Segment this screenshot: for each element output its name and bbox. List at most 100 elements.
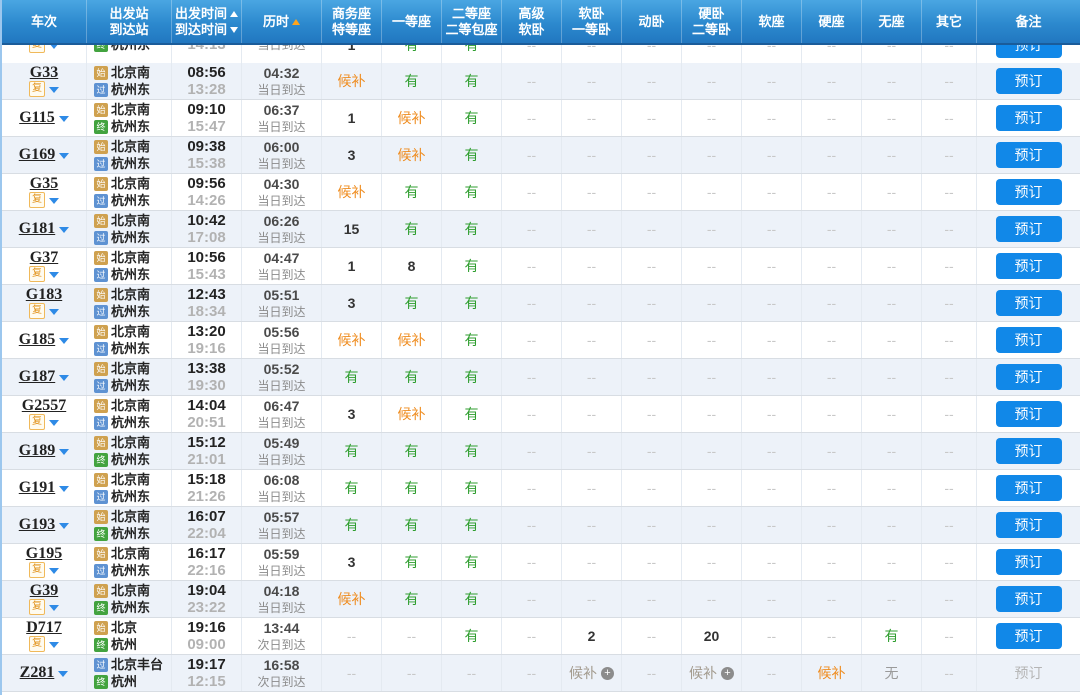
reserve-button[interactable]: 预订 (995, 364, 1062, 390)
header-col-4-label2: 特等座 (331, 21, 371, 37)
reserve-button[interactable]: 预订 (995, 475, 1062, 501)
seat-value-text: -- (886, 221, 897, 237)
header-col-2[interactable]: 出发时间 到达时间 (172, 0, 242, 43)
train-number-line: G187 (19, 369, 70, 385)
header-col-3[interactable]: 历时 (242, 0, 322, 43)
expand-stops-icon[interactable] (59, 153, 70, 159)
train-number-link[interactable]: Z281 (20, 665, 55, 681)
waitlist-add-icon[interactable]: + (601, 666, 614, 680)
arrival-time: 18:34 (187, 303, 226, 320)
arrival-station-name: 杭州东 (111, 489, 151, 504)
train-number-link[interactable]: G185 (19, 332, 55, 348)
expand-stops-icon[interactable] (59, 375, 70, 381)
fuxing-train-badge[interactable]: 复 (29, 81, 45, 97)
train-number-link[interactable]: G181 (19, 221, 55, 237)
cell-col-10: -- (682, 433, 742, 469)
reserve-button[interactable]: 预订 (995, 216, 1062, 242)
reserve-button[interactable]: 预订 (995, 45, 1062, 58)
reserve-button[interactable]: 预订 (995, 586, 1062, 612)
train-number-link[interactable]: G2557 (22, 398, 66, 414)
departure-station-line: 始北京南 (94, 64, 150, 81)
cell-col-1: 始北京南过杭州东 (87, 63, 172, 99)
seat-availability-value: -- (647, 517, 656, 533)
cell-col-8: -- (562, 137, 622, 173)
fuxing-train-badge[interactable]: 复 (29, 562, 45, 578)
train-number-link[interactable]: G191 (19, 480, 55, 496)
expand-stops-icon[interactable] (59, 338, 70, 344)
seat-availability-value: 候补 (338, 591, 366, 607)
train-number-link[interactable]: G193 (19, 517, 55, 533)
seat-availability-value: -- (827, 110, 836, 126)
sort-down-white-icon[interactable] (230, 26, 238, 33)
expand-stops-icon[interactable] (49, 45, 59, 49)
arrive-day-note: 当日到达 (257, 45, 305, 53)
reserve-button[interactable]: 预订 (995, 549, 1062, 575)
fuxing-train-badge[interactable]: 复 (29, 266, 45, 282)
reserve-button[interactable]: 预订 (995, 253, 1062, 279)
seat-value-text: -- (707, 45, 716, 53)
expand-stops-icon[interactable] (59, 523, 70, 529)
seat-value-text: -- (646, 554, 657, 570)
seat-availability-value: 有 (465, 554, 479, 570)
fuxing-train-badge[interactable]: 复 (29, 45, 45, 53)
duration-value: 06:47 (263, 397, 300, 414)
expand-stops-icon[interactable] (58, 116, 69, 122)
cell-col-3: 05:49 当日到达 (242, 433, 322, 469)
duration-value: 06:37 (263, 101, 300, 118)
train-number-link[interactable]: G39 (30, 583, 58, 599)
seat-availability-value: -- (944, 665, 953, 681)
origin-station-icon: 始 (94, 509, 108, 524)
expand-stops-icon[interactable] (59, 486, 70, 492)
expand-stops-icon[interactable] (49, 642, 59, 648)
reserve-button[interactable]: 预订 (995, 438, 1062, 464)
seat-availability-value: 有 (405, 221, 419, 237)
seat-availability-value: 15 (344, 221, 360, 237)
reserve-button[interactable]: 预订 (995, 512, 1062, 538)
reserve-button[interactable]: 预订 (995, 327, 1062, 353)
reserve-button[interactable]: 预订 (995, 401, 1062, 427)
expand-stops-icon[interactable] (49, 309, 59, 315)
train-number-link[interactable]: D717 (26, 620, 62, 636)
arrival-time: 22:04 (187, 525, 226, 542)
cell-col-6: 有 (442, 248, 502, 284)
expand-stops-icon[interactable] (49, 87, 59, 93)
fuxing-train-badge[interactable]: 复 (29, 192, 45, 208)
expand-stops-icon[interactable] (49, 568, 59, 574)
train-number-link[interactable]: G183 (26, 287, 62, 303)
expand-stops-icon[interactable] (49, 272, 59, 278)
expand-stops-icon[interactable] (49, 198, 59, 204)
header-col-9: 动卧 (622, 0, 682, 43)
waitlist-add-icon[interactable]: + (721, 666, 734, 680)
expand-stops-icon[interactable] (59, 227, 70, 233)
train-number-link[interactable]: G35 (30, 176, 58, 192)
expand-stops-icon[interactable] (58, 671, 69, 677)
reserve-button[interactable]: 预订 (995, 68, 1062, 94)
reserve-button[interactable]: 预订 (995, 105, 1062, 131)
cell-col-13: -- (862, 137, 922, 173)
train-number-link[interactable]: G37 (30, 250, 58, 266)
train-number-link[interactable]: G115 (19, 110, 55, 126)
expand-stops-icon[interactable] (49, 420, 59, 426)
sort-up-orange-icon[interactable] (292, 18, 300, 25)
sort-up-white-icon[interactable] (230, 10, 238, 17)
cell-col-6: 有 (442, 581, 502, 617)
cell-col-0: G191 (2, 470, 87, 506)
reserve-button[interactable]: 预订 (995, 142, 1062, 168)
seat-availability-value: -- (767, 295, 776, 311)
expand-stops-icon[interactable] (59, 449, 70, 455)
fuxing-train-badge[interactable]: 复 (29, 636, 45, 652)
train-number-link[interactable]: G169 (19, 147, 55, 163)
reserve-button[interactable]: 预订 (995, 623, 1062, 649)
cell-col-9: -- (622, 396, 682, 432)
reserve-button[interactable]: 预订 (995, 179, 1062, 205)
train-number-link[interactable]: G33 (30, 65, 58, 81)
train-number-link[interactable]: G195 (26, 546, 62, 562)
origin-station-icon: 始 (94, 546, 108, 561)
fuxing-train-badge[interactable]: 复 (29, 599, 45, 615)
fuxing-train-badge[interactable]: 复 (29, 414, 45, 430)
reserve-button[interactable]: 预订 (995, 290, 1062, 316)
fuxing-train-badge[interactable]: 复 (29, 303, 45, 319)
expand-stops-icon[interactable] (49, 605, 59, 611)
train-number-link[interactable]: G189 (19, 443, 55, 459)
train-number-link[interactable]: G187 (19, 369, 55, 385)
